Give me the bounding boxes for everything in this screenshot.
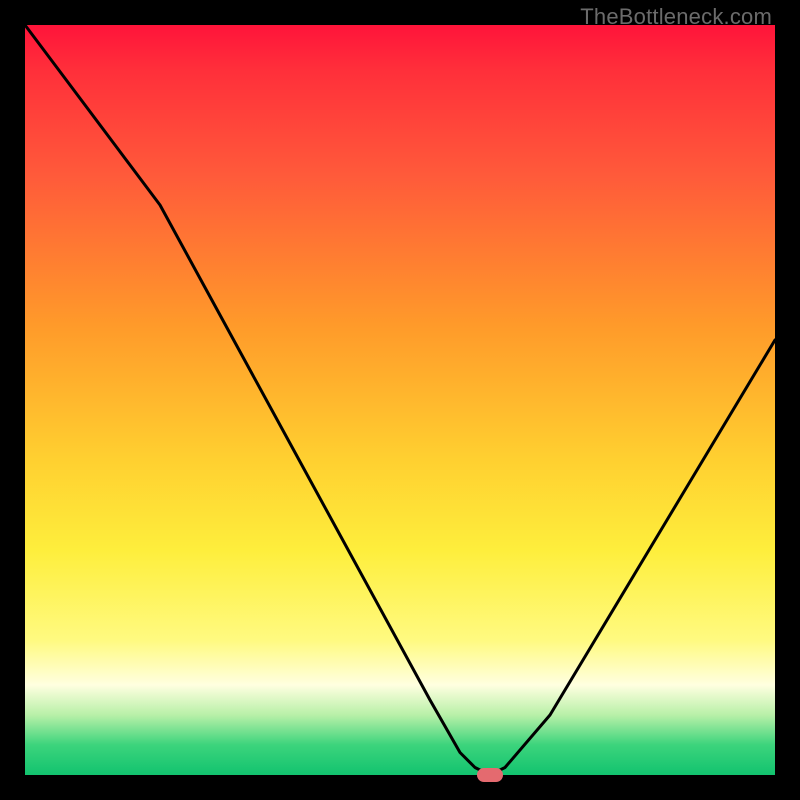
watermark-text: TheBottleneck.com — [580, 4, 772, 30]
chart-frame: TheBottleneck.com — [0, 0, 800, 800]
optimal-point-marker — [477, 768, 503, 782]
plot-area — [25, 25, 775, 775]
bottleneck-curve — [25, 25, 775, 775]
